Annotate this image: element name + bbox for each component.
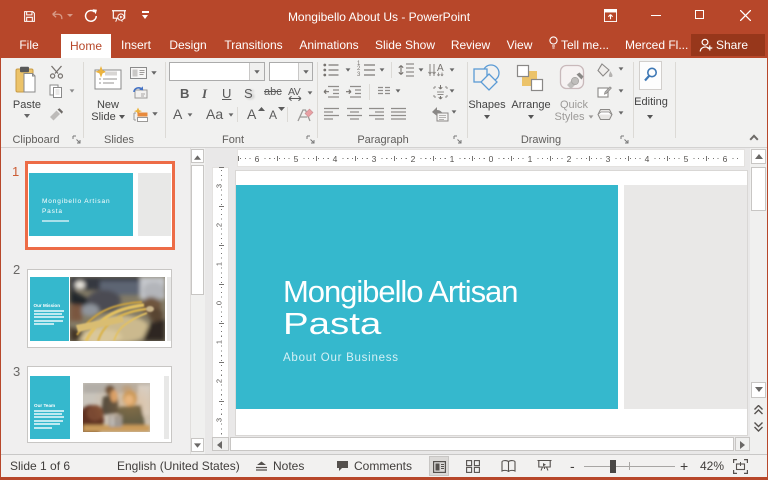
svg-text:A: A xyxy=(437,63,444,74)
